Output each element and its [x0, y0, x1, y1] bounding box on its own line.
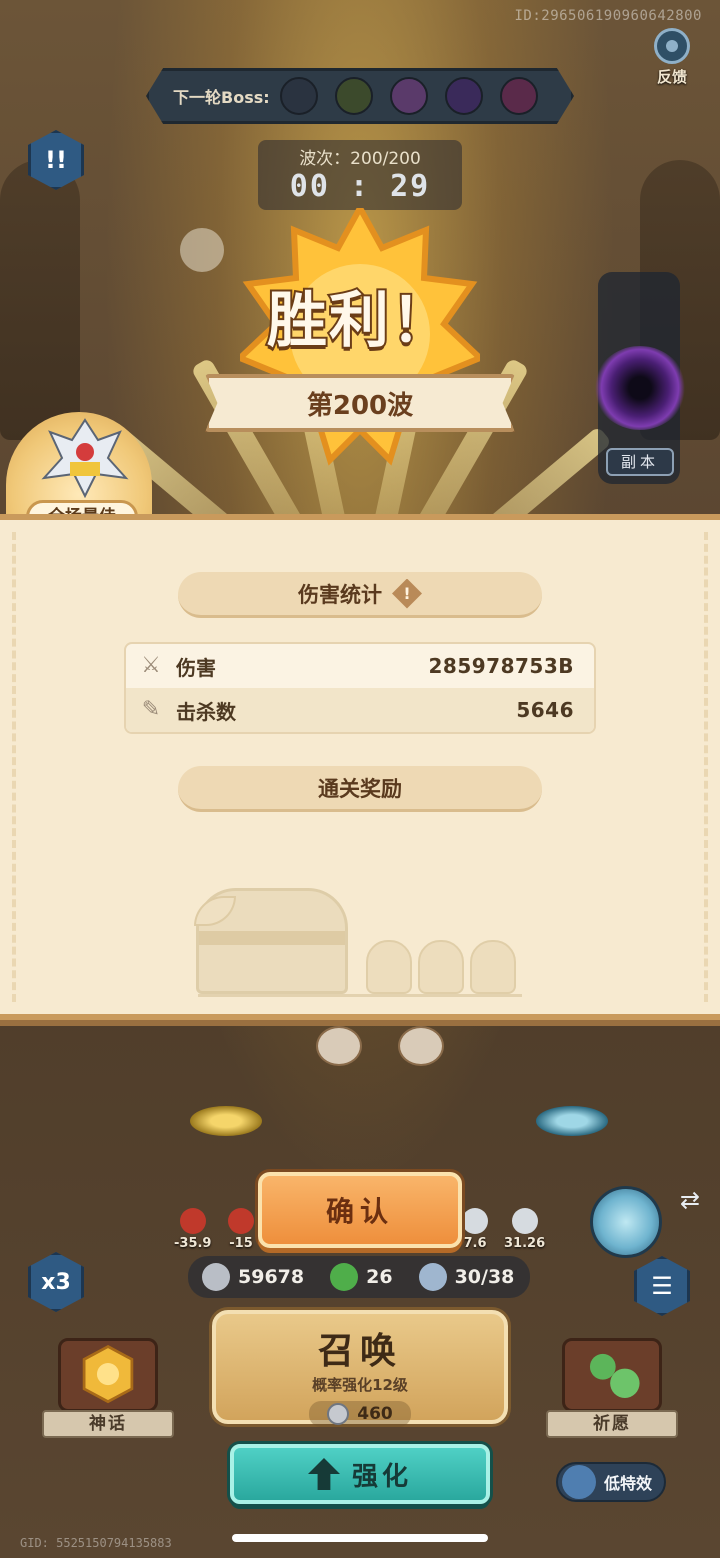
damage-stats-header: 伤害统计 !	[178, 572, 542, 618]
enemy-stat: 31.26	[504, 1208, 545, 1251]
wish-label[interactable]: 祈愿	[546, 1410, 678, 1438]
gear-icon	[654, 28, 690, 64]
victory-title: 胜利！	[265, 284, 453, 358]
next-boss-label: 下一轮Boss:	[173, 88, 270, 107]
silver-coin-icon	[202, 1263, 230, 1291]
comet-icon	[562, 1465, 596, 1499]
clover-icon	[330, 1263, 359, 1291]
mvp-hero-icon	[41, 418, 129, 498]
low-effects-toggle[interactable]: 低特效	[556, 1462, 666, 1502]
resource-clover: 26	[330, 1263, 393, 1291]
boss-4-icon[interactable]	[444, 77, 483, 115]
stat-name: 击杀数	[176, 699, 236, 724]
table-row: ✎ 击杀数 5646	[126, 688, 594, 732]
upgrade-arrow-icon	[307, 1458, 340, 1490]
wave-ribbon-label: 第200波	[306, 390, 414, 421]
damage-stats-table: ⚔ 伤害 285978753B ✎ 击杀数 5646	[124, 642, 596, 734]
reward-hero-icon	[366, 940, 412, 994]
boss-1-icon[interactable]	[279, 77, 318, 115]
enemy-stat: 7.6	[462, 1208, 488, 1251]
reward-hero-icon	[418, 940, 464, 994]
sword-icon: ⚔	[141, 653, 161, 678]
resource-bar: 59678 26 30/38	[188, 1256, 530, 1298]
summon-title: 召唤	[317, 1331, 402, 1372]
dungeon-button[interactable]: 副本	[606, 448, 674, 476]
resource-silver: 59678	[202, 1263, 304, 1291]
wish-slot[interactable]	[562, 1338, 662, 1412]
wave-timer: 00 : 29	[289, 169, 431, 204]
myth-slot[interactable]	[58, 1338, 158, 1412]
shield-icon	[462, 1208, 488, 1234]
boss-2-icon[interactable]	[334, 77, 373, 115]
stat-value: 285978753B	[428, 654, 574, 678]
feedback-button[interactable]: 反馈	[646, 28, 698, 87]
reward-ground	[198, 994, 522, 997]
swap-icon[interactable]: ⇄	[672, 1186, 708, 1216]
myth-label[interactable]: 神话	[42, 1410, 174, 1438]
damage-stats-title: 伤害统计	[298, 582, 382, 607]
wave-counter: 波次：200/200	[299, 149, 421, 169]
speed-icon	[511, 1208, 538, 1234]
result-card: 伤害统计 ! 通关奖励	[0, 514, 720, 1020]
field-hero-icon	[316, 1026, 362, 1066]
soul-icon	[418, 1263, 447, 1291]
field-hero-icon	[398, 1026, 444, 1066]
confirm-button[interactable]: 确认	[258, 1172, 462, 1248]
summon-cost: 460	[309, 1401, 411, 1427]
home-indicator[interactable]	[232, 1534, 488, 1542]
enemy-stat: -35.9	[174, 1208, 211, 1251]
silver-coin-icon	[327, 1403, 350, 1425]
info-icon[interactable]: !	[392, 578, 422, 609]
table-row: ⚔ 伤害 285978753B	[126, 644, 594, 688]
enemy-stat: -15	[228, 1208, 254, 1251]
reward-hero-icon	[470, 940, 516, 994]
stat-value: 5646	[516, 698, 574, 722]
menu-icon: ☰	[651, 1272, 673, 1300]
gold-portal-icon	[190, 1106, 262, 1136]
boss-5-icon[interactable]	[499, 77, 538, 115]
kill-icon: ✎	[141, 697, 161, 722]
alert-icon: !!	[45, 146, 67, 174]
resource-units: 30/38	[418, 1263, 514, 1291]
game-id: GID: 552515079413588З	[20, 1536, 172, 1550]
wave-info: 波次：200/200 00 : 29	[258, 140, 462, 210]
rewards-title: 通关奖励	[318, 776, 402, 801]
upgrade-button[interactable]: 强化	[230, 1444, 490, 1504]
rewards-header: 通关奖励	[178, 766, 542, 812]
summon-button[interactable]: 召唤 概率强化12级 460	[212, 1310, 508, 1427]
wave-ribbon: 第200波	[205, 374, 515, 432]
vortex-icon[interactable]	[594, 346, 686, 430]
next-boss-bar: 下一轮Boss:	[146, 68, 574, 124]
left-statue	[0, 160, 80, 440]
skull-icon	[179, 1208, 206, 1234]
blue-portal-icon	[536, 1106, 608, 1136]
boss-3-icon[interactable]	[389, 77, 428, 115]
dragon-avatar[interactable]	[590, 1186, 662, 1258]
skull-icon	[180, 228, 224, 272]
myth-emblem-icon	[82, 1344, 134, 1404]
low-effects-label: 低特效	[604, 1474, 653, 1493]
clover-icon	[589, 1353, 640, 1398]
summon-subtitle: 概率强化12级	[312, 1376, 408, 1394]
player-id: ID:296506190960642800	[514, 8, 702, 24]
upgrade-label: 强化	[351, 1461, 412, 1492]
feedback-label: 反馈	[656, 68, 687, 86]
skull-icon	[228, 1208, 254, 1234]
stat-name: 伤害	[176, 655, 216, 680]
